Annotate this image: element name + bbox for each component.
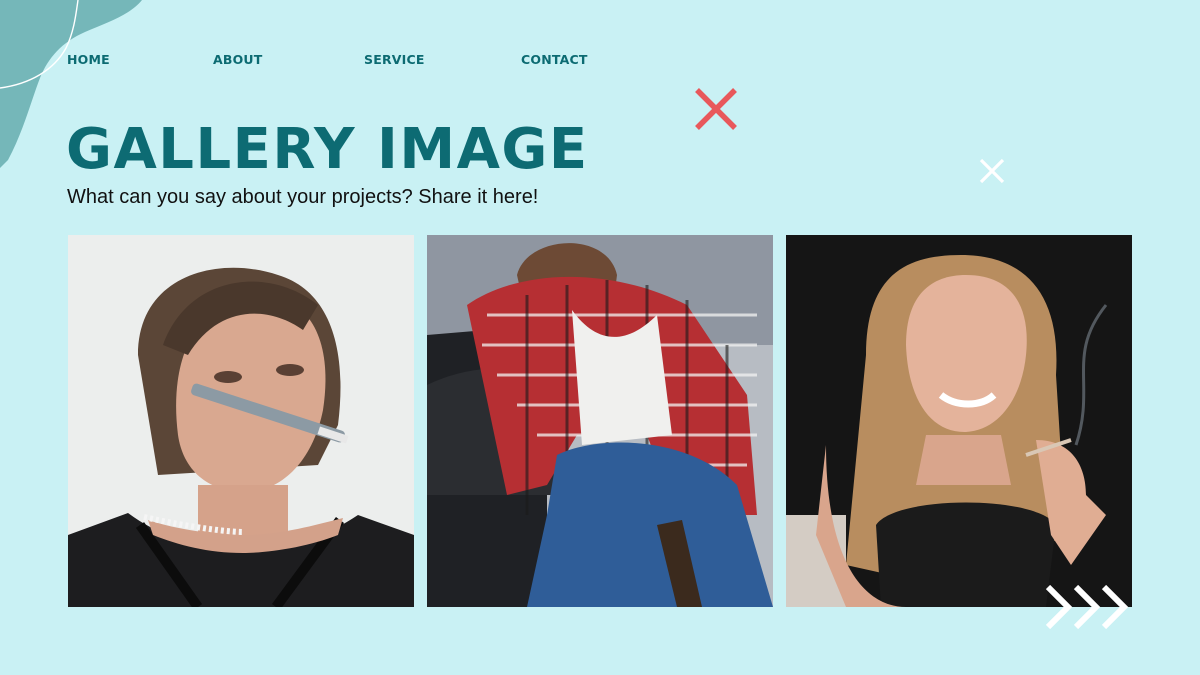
gallery-photo-3[interactable] [786, 235, 1132, 607]
photo-image [786, 235, 1132, 607]
nav-item-service[interactable]: SERVICE [364, 52, 425, 67]
close-icon [695, 88, 737, 130]
nav-item-home[interactable]: HOME [67, 52, 110, 67]
photo-image [68, 235, 414, 607]
nav-item-about[interactable]: ABOUT [213, 52, 263, 67]
chevron-right-icon[interactable] [1046, 585, 1136, 629]
close-icon [979, 158, 1005, 184]
photo-image [427, 235, 773, 607]
gallery-photo-2[interactable] [427, 235, 773, 607]
nav-item-contact[interactable]: CONTACT [521, 52, 588, 67]
page-subtitle: What can you say about your projects? Sh… [67, 186, 539, 208]
gallery-photo-1[interactable] [68, 235, 414, 607]
page-title: GALLERY IMAGE [66, 117, 589, 182]
